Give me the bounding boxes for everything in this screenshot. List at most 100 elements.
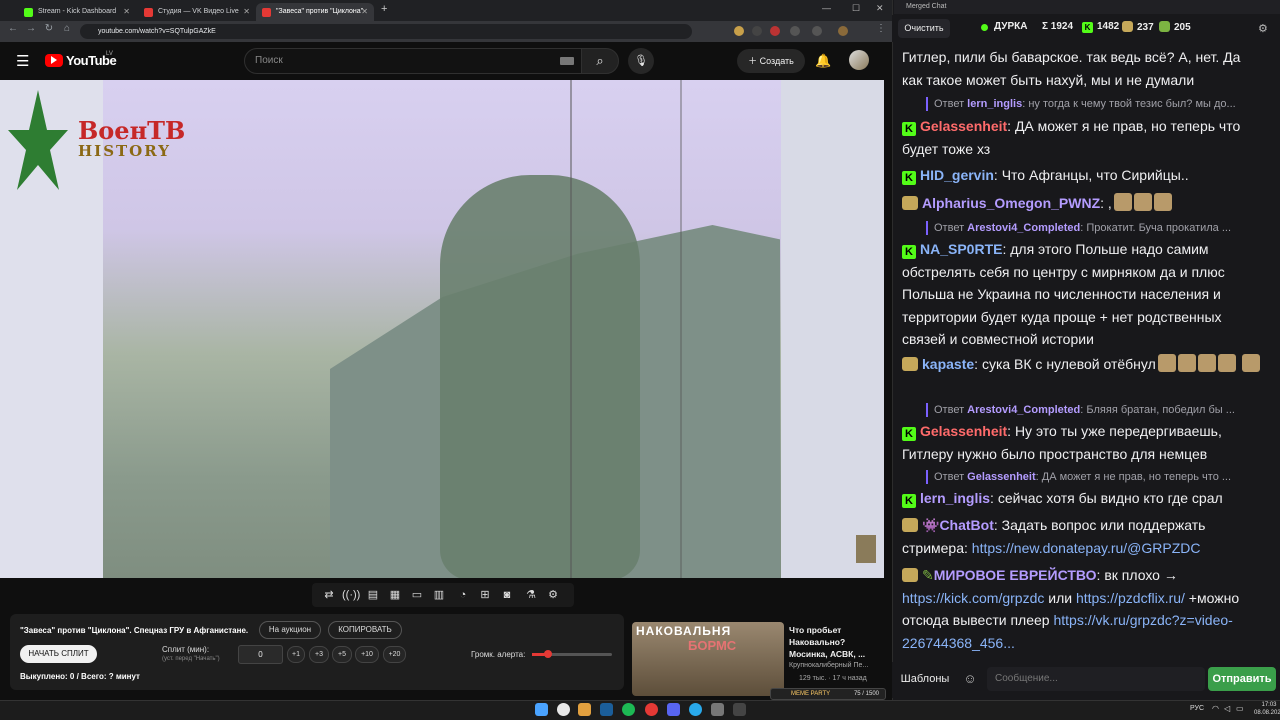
camera-icon[interactable]: ◙ [498,586,516,604]
home-icon[interactable]: ⌂ [60,23,74,34]
extension-icon[interactable] [734,26,744,36]
video-pillarbox-right [781,80,884,578]
tab-vk-studio[interactable]: Студия — VK Видео Live ✕ [138,3,256,21]
recommendation-channel[interactable]: Крупнокалиберный Пе... [789,662,868,669]
chrome-icon[interactable] [557,703,570,716]
new-tab-button[interactable]: + [381,3,387,15]
maximize-button[interactable]: ☐ [852,3,860,14]
minimize-button[interactable]: — [822,3,831,13]
increment-button[interactable]: +5 [332,646,352,663]
wifi-icon[interactable]: ◠ [1212,704,1219,713]
alert-volume-handle[interactable] [544,650,552,658]
back-button[interactable]: ← [6,23,20,34]
steam-icon[interactable] [600,703,613,716]
alert-volume-label: Громк. алерта: [471,650,526,659]
extension-icon[interactable] [790,26,800,36]
forward-button[interactable]: → [24,23,38,34]
volume-icon[interactable]: ◁ [1224,704,1230,713]
search-input[interactable]: Поиск [244,48,582,74]
extension-icon[interactable] [770,26,780,36]
reload-button[interactable]: ↻ [42,23,56,34]
search-button[interactable]: ⌕ [581,48,619,74]
create-button[interactable]: ＋ Создать [737,49,805,73]
bell-icon[interactable]: 🔔 [815,53,831,69]
reply-preview[interactable]: Ответ lern_inglis: ну тогда к чему твой … [926,97,1262,111]
battery-icon[interactable]: ▭ [1236,704,1244,713]
flask-icon[interactable]: ⚗ [522,586,540,604]
download-icon[interactable] [812,26,822,36]
clear-button[interactable]: Очистить [898,19,950,38]
chat-link[interactable]: https://pzdcflix.ru/ [1076,590,1185,606]
recommendation-meta: 129 тыс. · 17 ч назад [799,675,867,682]
discord-icon[interactable] [667,703,680,716]
video-player[interactable]: ВоенТВ HISTORY [0,80,884,578]
spotify-icon[interactable] [622,703,635,716]
send-button[interactable]: Отправить [1208,667,1276,691]
keyboard-icon[interactable] [560,57,574,65]
recommendation-title[interactable]: Что пробьет Наковально? Мосинка, АСВК, .… [789,624,879,660]
language-indicator[interactable]: РУС [1190,705,1204,712]
auction-button[interactable]: На аукцион [259,621,321,639]
film-icon[interactable]: ▥ [430,586,448,604]
clock[interactable]: 17:0308.08.2026 [1254,701,1280,717]
telegram-icon[interactable] [689,703,702,716]
playlist-icon[interactable]: ▤ [364,586,382,604]
add-clip-icon[interactable]: ⊞ [476,586,494,604]
close-icon[interactable]: ✕ [361,3,368,21]
gear-icon[interactable]: ⚙ [544,586,562,604]
chat-message: K NA_SP0RTE: для этого Польше надо самим … [902,241,1225,347]
app-icon[interactable] [711,703,724,716]
menu-icon[interactable]: ⋮ [874,23,888,34]
chat-link[interactable]: https://kick.com/grpzdc [902,590,1044,606]
reply-preview[interactable]: Ответ Arestovi4_Completed: Бляяя братан,… [926,403,1262,417]
loop-icon[interactable]: ⇄ [320,586,338,604]
hamburger-icon[interactable]: ☰ [16,52,29,70]
emoji-icon[interactable]: ☺ [958,667,982,691]
folder-icon[interactable] [578,703,591,716]
url-input[interactable]: youtube.com/watch?v=SQTulpGAZkE [80,24,692,39]
reply-preview[interactable]: Ответ Gelassenheit: ДА может я не прав, … [926,470,1262,484]
templates-button[interactable]: Шаблоны [898,667,952,691]
message-input[interactable]: Сообщение... [987,667,1205,691]
broadcast-icon[interactable]: ((·)) [342,586,360,604]
settings-icon[interactable]: ⚙ [1258,22,1268,35]
close-icon[interactable]: ✕ [243,3,250,21]
tab-youtube-video[interactable]: "Завеса" против "Циклона" ✕ [256,3,374,21]
emote-icon [1133,193,1152,211]
speed-icon[interactable]: ◔ [454,586,472,604]
split-hint: (уст. перед "Начать") [162,656,220,662]
frame-icon[interactable]: ▭ [408,586,426,604]
emote-icon [1157,354,1176,372]
split-input[interactable]: 0 [238,645,283,664]
vk-icon [902,196,918,210]
mic-button[interactable]: 🎙 [628,48,654,74]
platform-icon [1159,21,1170,32]
other-viewers: 205 [1159,21,1191,33]
mini-thumbnail[interactable] [856,535,876,563]
chat-message: K Gelassenheit: ДА может я не прав, но те… [902,118,1241,157]
total-viewers: Σ 1924 [1042,21,1074,32]
app-icon[interactable] [733,703,746,716]
chat-message: Klern_inglis: сейчас хотя бы видно кто г… [902,487,1264,510]
extension-icon[interactable] [752,26,762,36]
increment-button[interactable]: +20 [383,646,406,663]
kick-icon: K [1082,22,1093,33]
tab-kick-dashboard[interactable]: Stream - Kick Dashboard ✕ [18,3,136,21]
bought-text: Выкуплено: 0 / Всего: ? минут [20,672,140,681]
profile-avatar[interactable] [838,26,848,36]
increment-button[interactable]: +3 [309,646,329,663]
kick-icon: K [902,427,916,441]
window-close-button[interactable]: ✕ [876,3,884,14]
close-icon[interactable]: ✕ [123,3,130,21]
clapper-icon[interactable]: ▦ [386,586,404,604]
vk-icon [902,568,918,582]
reply-preview[interactable]: Ответ Arestovi4_Completed: Прокатит. Буч… [926,221,1262,235]
obs-icon[interactable] [645,703,658,716]
avatar[interactable] [849,50,869,70]
start-split-button[interactable]: НАЧАТЬ СПЛИТ [20,645,97,663]
increment-button[interactable]: +1 [287,646,305,663]
copy-button[interactable]: КОПИРОВАТЬ [328,621,402,639]
start-icon[interactable] [535,703,548,716]
increment-button[interactable]: +10 [355,646,379,663]
chat-link[interactable]: https://new.donatepay.ru/@GRPZDC [972,540,1201,556]
